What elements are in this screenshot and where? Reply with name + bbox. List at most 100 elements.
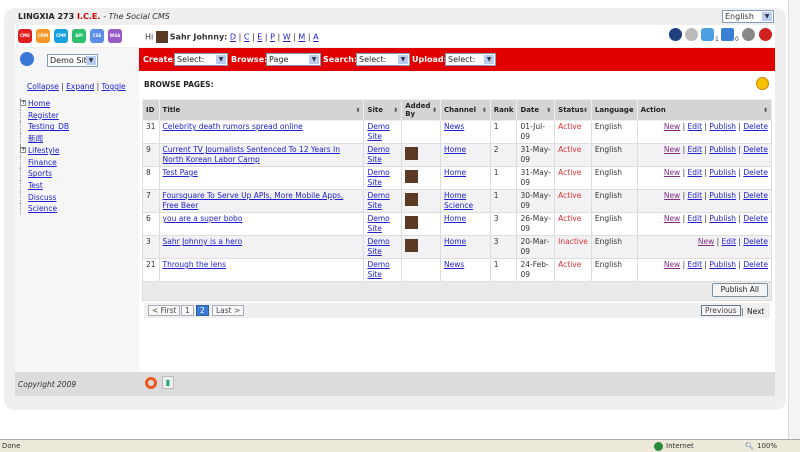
app-api-button[interactable]: API bbox=[72, 29, 86, 43]
delete-action-link[interactable]: Delete bbox=[743, 122, 768, 131]
tree-item-link[interactable]: Discuss bbox=[28, 193, 56, 202]
column-header[interactable]: Site ⬍ bbox=[363, 99, 403, 121]
publish-action-link[interactable]: Publish bbox=[709, 168, 736, 177]
queue-icon[interactable] bbox=[721, 28, 734, 41]
site-link[interactable]: Demo Site bbox=[367, 260, 389, 279]
edit-action-link[interactable]: Edit bbox=[687, 191, 702, 200]
search-select[interactable]: Select: ▼ bbox=[356, 53, 410, 66]
publish-action-link[interactable]: Publish bbox=[709, 260, 736, 269]
previous-button[interactable]: Previous bbox=[701, 305, 741, 316]
column-header[interactable]: Date ⬍ bbox=[516, 99, 556, 121]
site-link[interactable]: Demo Site bbox=[367, 145, 389, 164]
page-title-link[interactable]: Foursquare To Serve Up APIs, More Mobile… bbox=[163, 191, 344, 210]
page-title-link[interactable]: you are a super bobo bbox=[163, 214, 243, 223]
new-action-link[interactable]: New bbox=[698, 237, 714, 246]
edit-action-link[interactable]: Edit bbox=[687, 260, 702, 269]
sort-icon[interactable]: ⬍ bbox=[629, 107, 634, 114]
page-title-link[interactable]: Celebrity death rumors spread online bbox=[163, 122, 303, 131]
smiley-icon[interactable] bbox=[756, 77, 769, 90]
edit-action-link[interactable]: Edit bbox=[687, 145, 702, 154]
author-avatar[interactable] bbox=[405, 239, 419, 252]
first-page-button[interactable]: < First bbox=[148, 305, 181, 316]
edit-action-link[interactable]: Edit bbox=[687, 122, 702, 131]
sort-icon[interactable]: ⬍ bbox=[393, 107, 398, 114]
user-link-a[interactable]: A bbox=[313, 33, 318, 42]
author-avatar[interactable] bbox=[405, 170, 419, 183]
browse-select[interactable]: Page ▼ bbox=[266, 53, 321, 66]
last-page-button[interactable]: Last > bbox=[212, 305, 245, 316]
edit-action-link[interactable]: Edit bbox=[687, 214, 702, 223]
tree-item-link[interactable]: Lifestyle bbox=[28, 146, 60, 155]
sort-icon[interactable]: ⬍ bbox=[583, 107, 588, 114]
page-1-button[interactable]: 1 bbox=[181, 305, 194, 316]
delete-action-link[interactable]: Delete bbox=[743, 191, 768, 200]
new-action-link[interactable]: New bbox=[664, 145, 680, 154]
user-link-e[interactable]: E bbox=[257, 33, 262, 42]
tree-item-link[interactable]: Sports bbox=[28, 169, 52, 178]
site-link[interactable]: Demo Site bbox=[367, 168, 389, 187]
help-lifebuoy-icon[interactable] bbox=[145, 377, 157, 389]
edit-action-link[interactable]: Edit bbox=[687, 168, 702, 177]
site-link[interactable]: Demo Site bbox=[367, 214, 389, 233]
collapse-link[interactable]: Collapse bbox=[27, 82, 59, 91]
channel-link[interactable]: Home Science bbox=[444, 191, 473, 210]
upload-select[interactable]: Select: ▼ bbox=[445, 53, 496, 66]
expand-node-icon[interactable]: + bbox=[20, 146, 26, 153]
column-header[interactable]: ID bbox=[142, 99, 160, 121]
toggle-link[interactable]: Toggle bbox=[102, 82, 126, 91]
sort-icon[interactable]: ⬍ bbox=[763, 107, 768, 114]
expand-node-icon[interactable]: + bbox=[20, 100, 26, 106]
channel-link[interactable]: Home bbox=[444, 168, 466, 177]
channel-link[interactable]: News bbox=[444, 122, 464, 131]
site-select[interactable]: Demo Site ▼ bbox=[47, 54, 98, 67]
stats-chart-icon[interactable]: ▮ bbox=[162, 376, 174, 389]
logout-icon[interactable] bbox=[759, 28, 772, 41]
column-header[interactable]: Language ⬍ bbox=[590, 99, 638, 121]
tree-item-link[interactable]: Home bbox=[28, 99, 50, 108]
user-link-c[interactable]: C bbox=[244, 33, 250, 42]
channel-link[interactable]: Home bbox=[444, 214, 466, 223]
zoom-icon[interactable]: 🔍︎ bbox=[745, 442, 754, 450]
delete-action-link[interactable]: Delete bbox=[743, 168, 768, 177]
page-title-link[interactable]: Sahr Johnny is a hero bbox=[163, 237, 243, 246]
zoom-level[interactable]: 100% bbox=[757, 442, 777, 450]
delete-action-link[interactable]: Delete bbox=[743, 145, 768, 154]
site-link[interactable]: Demo Site bbox=[367, 237, 389, 256]
channel-link[interactable]: Home bbox=[444, 145, 466, 154]
app-cpm-button[interactable]: CPM bbox=[54, 29, 68, 43]
delete-action-link[interactable]: Delete bbox=[743, 214, 768, 223]
tree-item-link[interactable]: Science bbox=[28, 204, 57, 213]
tree-item-link[interactable]: Testing_DB bbox=[28, 122, 69, 131]
delete-action-link[interactable]: Delete bbox=[743, 260, 768, 269]
expand-link[interactable]: Expand bbox=[66, 82, 94, 91]
publish-action-link[interactable]: Publish bbox=[709, 145, 736, 154]
author-avatar[interactable] bbox=[405, 216, 419, 229]
delete-action-link[interactable]: Delete bbox=[743, 237, 768, 246]
column-header[interactable]: Title ⬍ bbox=[158, 99, 365, 121]
home-icon[interactable] bbox=[669, 28, 682, 41]
tree-item-link[interactable]: Test bbox=[28, 181, 43, 190]
page-title-link[interactable]: Through the lens bbox=[163, 260, 227, 269]
user-link-p[interactable]: P bbox=[270, 33, 275, 42]
settings-icon[interactable] bbox=[685, 28, 698, 41]
sort-icon[interactable]: ⬍ bbox=[432, 107, 437, 114]
sort-icon[interactable]: ⬍ bbox=[355, 107, 360, 114]
sort-icon[interactable]: ⬍ bbox=[482, 107, 487, 114]
tree-item-link[interactable]: Finance bbox=[28, 158, 57, 167]
column-header[interactable]: Status ⬍ bbox=[554, 99, 592, 121]
column-header[interactable]: Action ⬍ bbox=[636, 99, 773, 121]
publish-action-link[interactable]: Publish bbox=[709, 122, 736, 131]
database-icon[interactable] bbox=[742, 28, 755, 41]
publish-all-button[interactable]: Publish All bbox=[711, 283, 768, 297]
publish-action-link[interactable]: Publish bbox=[709, 214, 736, 223]
tree-item-link[interactable]: Register bbox=[28, 111, 59, 120]
new-action-link[interactable]: New bbox=[664, 191, 680, 200]
app-wsa-button[interactable]: WSA bbox=[108, 29, 122, 43]
app-css-button[interactable]: CSS bbox=[90, 29, 104, 43]
user-link-d[interactable]: D bbox=[230, 33, 236, 42]
page-2-button[interactable]: 2 bbox=[196, 305, 209, 316]
column-header[interactable]: Added By ⬍ bbox=[401, 99, 442, 121]
next-button[interactable]: Next bbox=[747, 307, 764, 316]
user-link-w[interactable]: W bbox=[283, 33, 291, 42]
sort-icon[interactable]: ⬍ bbox=[546, 107, 551, 114]
